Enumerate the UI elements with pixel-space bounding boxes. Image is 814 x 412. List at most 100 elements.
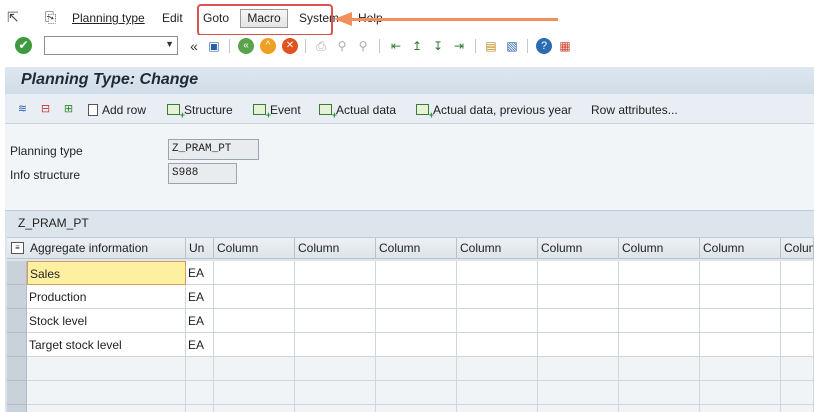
table-cell[interactable] xyxy=(376,309,457,333)
structure-button[interactable]: Structure xyxy=(167,103,233,120)
table-cell[interactable] xyxy=(376,381,457,405)
table-cell[interactable] xyxy=(619,285,700,309)
command-field[interactable]: ▼ xyxy=(44,36,178,55)
menu-pin-icon[interactable]: ⎘ xyxy=(45,9,56,26)
shortcut-icon[interactable]: ▧ xyxy=(504,38,520,54)
unit-cell[interactable]: EA xyxy=(186,333,214,357)
column-header[interactable]: Column xyxy=(295,238,376,259)
chevron-down-icon[interactable]: ▼ xyxy=(165,39,174,49)
row-selector[interactable] xyxy=(7,261,27,285)
exit-icon[interactable]: ^ xyxy=(260,38,276,54)
table-cell[interactable] xyxy=(27,405,186,412)
table-cell[interactable] xyxy=(781,309,814,333)
table-cell[interactable] xyxy=(295,285,376,309)
table-cell[interactable] xyxy=(538,309,619,333)
command-input[interactable] xyxy=(47,38,157,53)
table-cell[interactable] xyxy=(295,309,376,333)
print-icon[interactable]: ⎙ xyxy=(313,38,329,54)
enter-check-icon[interactable]: ✔ xyxy=(15,37,32,54)
menu-item-edit[interactable]: Edit xyxy=(162,11,183,25)
previous-page-icon[interactable]: ↥ xyxy=(409,38,425,54)
column-header-aggregate-information[interactable]: Aggregate information xyxy=(27,238,186,259)
table-cell[interactable] xyxy=(295,405,376,412)
column-header[interactable]: Colum xyxy=(781,238,814,259)
planning-type-field[interactable]: Z_PRAM_PT xyxy=(168,139,259,160)
table-cell[interactable] xyxy=(295,357,376,381)
table-cell[interactable] xyxy=(295,333,376,357)
column-header[interactable]: Column xyxy=(457,238,538,259)
table-cell[interactable] xyxy=(538,381,619,405)
row-selector[interactable] xyxy=(7,381,27,405)
row-selector[interactable] xyxy=(7,285,27,309)
table-cell[interactable] xyxy=(376,333,457,357)
table-cell[interactable] xyxy=(700,405,781,412)
row-label-cell[interactable]: Stock level xyxy=(27,309,186,333)
table-cell[interactable] xyxy=(619,333,700,357)
table-cell[interactable] xyxy=(700,333,781,357)
table-cell[interactable] xyxy=(619,261,700,285)
table-cell[interactable] xyxy=(538,285,619,309)
table-cell[interactable] xyxy=(700,381,781,405)
column-header[interactable]: Column xyxy=(619,238,700,259)
first-page-icon[interactable]: ⇤ xyxy=(388,38,404,54)
table-cell[interactable] xyxy=(781,381,814,405)
last-page-icon[interactable]: ⇥ xyxy=(451,38,467,54)
table-cell[interactable] xyxy=(538,333,619,357)
table-cell[interactable] xyxy=(457,405,538,412)
table-cell[interactable] xyxy=(538,261,619,285)
event-button[interactable]: Event xyxy=(253,103,301,120)
history-back-icon[interactable]: « xyxy=(186,38,202,54)
menu-exit-icon[interactable]: ⇱ xyxy=(7,9,19,26)
table-cell[interactable] xyxy=(700,261,781,285)
back-icon[interactable]: « xyxy=(238,38,254,54)
table-cell[interactable] xyxy=(457,285,538,309)
table-cell[interactable] xyxy=(700,285,781,309)
table-cell[interactable] xyxy=(214,381,295,405)
find-icon[interactable]: ⚲ xyxy=(334,38,350,54)
row-selector[interactable] xyxy=(7,333,27,357)
table-cell[interactable] xyxy=(619,309,700,333)
create-session-icon[interactable]: ▤ xyxy=(483,38,499,54)
unit-cell[interactable]: EA xyxy=(186,261,214,285)
column-header[interactable]: Column xyxy=(376,238,457,259)
row-attributes-button[interactable]: Row attributes... xyxy=(591,103,678,117)
table-cell[interactable] xyxy=(376,261,457,285)
table-cell[interactable] xyxy=(457,333,538,357)
table-cell[interactable] xyxy=(376,357,457,381)
table-cell[interactable] xyxy=(186,405,214,412)
table-cell[interactable] xyxy=(619,381,700,405)
table-cell[interactable] xyxy=(186,381,214,405)
column-header-unit[interactable]: Un xyxy=(186,238,214,259)
table-cell[interactable] xyxy=(214,357,295,381)
insert-row-icon[interactable]: ⊞ xyxy=(61,102,76,116)
add-row-button[interactable]: Add row xyxy=(88,103,146,117)
table-cell[interactable] xyxy=(27,357,186,381)
table-cell[interactable] xyxy=(186,357,214,381)
row-label-cell[interactable]: Target stock level xyxy=(27,333,186,357)
row-label-cell[interactable]: Sales xyxy=(27,261,186,285)
table-cell[interactable] xyxy=(619,405,700,412)
table-cell[interactable] xyxy=(214,285,295,309)
actual-data-button[interactable]: Actual data xyxy=(319,103,396,120)
next-page-icon[interactable]: ↧ xyxy=(430,38,446,54)
table-cell[interactable] xyxy=(295,381,376,405)
table-cell[interactable] xyxy=(619,357,700,381)
table-cell[interactable] xyxy=(457,357,538,381)
column-header[interactable]: Column xyxy=(538,238,619,259)
table-cell[interactable] xyxy=(538,357,619,381)
save-icon[interactable]: ▣ xyxy=(206,38,222,54)
table-cell[interactable] xyxy=(27,381,186,405)
table-cell[interactable] xyxy=(214,309,295,333)
menu-item-planning-type[interactable]: Planning type xyxy=(72,11,145,25)
table-cell[interactable] xyxy=(214,405,295,412)
table-cell[interactable] xyxy=(781,405,814,412)
stack-icon[interactable]: ≋ xyxy=(15,102,30,116)
select-all-icon[interactable]: ≡ xyxy=(11,242,24,254)
unit-cell[interactable]: EA xyxy=(186,285,214,309)
delete-row-icon[interactable]: ⊟ xyxy=(38,102,53,116)
row-label-cell[interactable]: Production xyxy=(27,285,186,309)
column-header[interactable]: Column xyxy=(214,238,295,259)
table-cell[interactable] xyxy=(457,261,538,285)
table-cell[interactable] xyxy=(781,333,814,357)
help-icon[interactable]: ? xyxy=(536,38,552,54)
